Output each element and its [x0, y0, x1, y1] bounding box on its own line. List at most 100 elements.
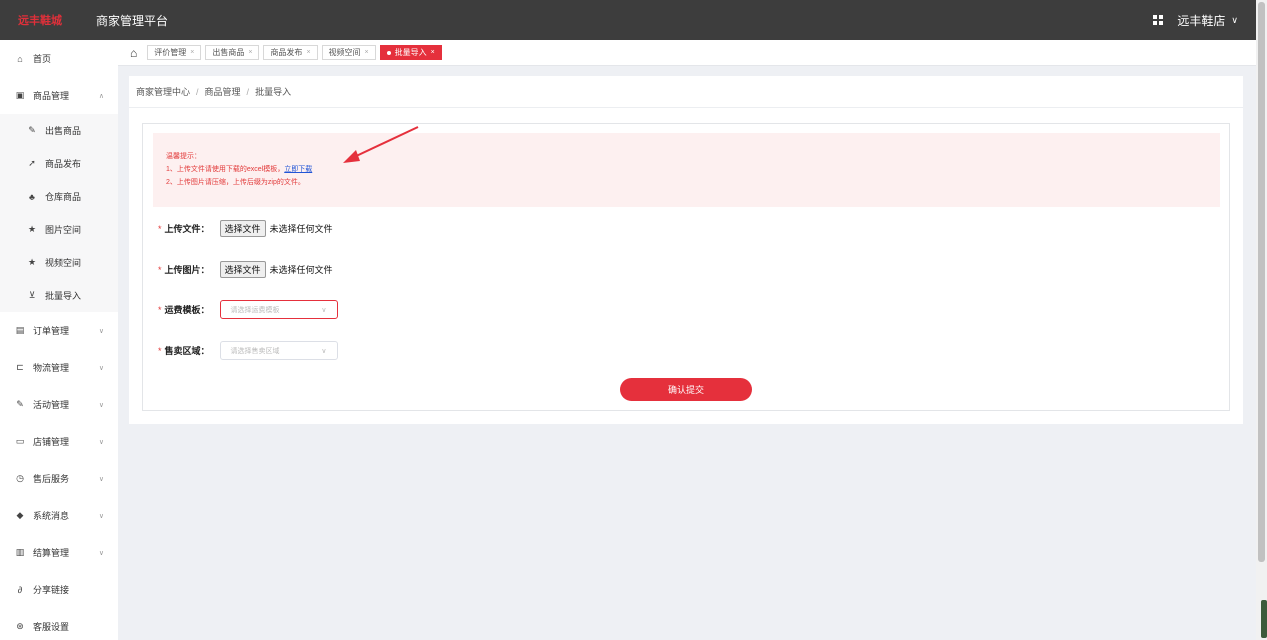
sidebar-item-label: 出售商品	[45, 126, 82, 136]
chevron-down-icon: ∨	[98, 364, 104, 372]
shipping-template-select[interactable]: 请选择运费模板 ∨	[219, 300, 338, 319]
send-icon: ➚	[28, 158, 36, 168]
user-name: 远丰鞋店	[1177, 13, 1226, 28]
sidebar-item-activities[interactable]: ✎ 活动管理 ∨	[0, 386, 118, 423]
chevron-down-icon: ∨	[98, 327, 104, 335]
shipping-template-label: 运费模板：	[164, 305, 210, 315]
home-tab-icon[interactable]: ⌂	[130, 46, 137, 60]
home-icon: ⌂	[17, 53, 23, 64]
import-icon: ⊻	[28, 290, 36, 300]
chevron-down-icon: ∨	[98, 401, 104, 409]
chevron-down-icon: ∨	[321, 347, 327, 355]
sidebar-item-publish[interactable]: ➚ 商品发布	[0, 147, 118, 180]
side-widget[interactable]	[1261, 600, 1267, 638]
pencil-icon: ✎	[16, 399, 24, 409]
upload-image-label: 上传图片：	[164, 265, 210, 275]
close-icon[interactable]: ×	[248, 49, 252, 56]
close-icon[interactable]: ×	[431, 49, 435, 56]
tips-title: 温馨提示：	[166, 153, 201, 160]
sidebar-item-warehouse[interactable]: ♣ 仓库商品	[0, 180, 118, 213]
sidebar-item-home[interactable]: ⌂ 首页	[0, 40, 118, 77]
star-icon: ★	[27, 224, 37, 234]
close-icon[interactable]: ×	[190, 49, 194, 56]
breadcrumb-separator: /	[246, 86, 250, 97]
sidebar-item-label: 仓库商品	[45, 192, 82, 202]
product-icon: ▣	[15, 90, 25, 100]
tab-label: 商品发布	[270, 48, 303, 57]
close-icon[interactable]: ×	[365, 49, 369, 56]
scrollbar-thumb[interactable]	[1258, 2, 1265, 562]
tab-publish[interactable]: 商品发布 ×	[263, 45, 318, 60]
store-icon: ▭	[15, 436, 25, 446]
tab-label: 出售商品	[212, 48, 245, 57]
sidebar-item-label: 商品管理	[33, 91, 70, 101]
breadcrumb-item[interactable]: 商家管理中心	[136, 85, 190, 98]
sidebar-item-label: 分享链接	[33, 585, 70, 595]
chevron-down-icon: ∨	[1231, 14, 1238, 25]
clock-icon: ◷	[16, 473, 24, 483]
chevron-down-icon: ∨	[98, 438, 104, 446]
tab-reviews[interactable]: 评价管理 ×	[147, 45, 202, 60]
logo[interactable]: 远丰鞋城	[18, 12, 96, 28]
star-icon: ★	[27, 257, 37, 267]
sidebar-item-image-space[interactable]: ★ 图片空间	[0, 213, 118, 246]
select-placeholder: 请选择售卖区域	[230, 347, 280, 355]
download-template-link[interactable]: 立即下载	[284, 166, 312, 173]
product-submenu: ✎ 出售商品 ➚ 商品发布 ♣ 仓库商品 ★ 图片空间 ★ 视频空间 ⊻ 批量导…	[0, 114, 118, 312]
sidebar-item-label: 视频空间	[45, 258, 82, 268]
upload-image-row: * 上传图片： 选择文件 未选择任何文件	[158, 261, 333, 278]
shipping-template-row: * 运费模板： 请选择运费模板 ∨	[158, 300, 338, 319]
sidebar-item-label: 批量导入	[45, 291, 82, 301]
sidebar-item-share-link[interactable]: ∂ 分享链接	[0, 571, 118, 608]
page-scrollbar[interactable]	[1256, 0, 1267, 640]
sidebar-item-label: 物流管理	[33, 363, 70, 373]
chevron-down-icon: ∨	[98, 475, 104, 483]
sale-region-select[interactable]: 请选择售卖区域 ∨	[219, 341, 338, 360]
chevron-down-icon: ∨	[321, 306, 327, 314]
truck-icon: ⊏	[16, 362, 24, 372]
required-mark: *	[158, 304, 162, 315]
close-icon[interactable]: ×	[306, 49, 310, 56]
sidebar-item-settlement[interactable]: ▥ 结算管理 ∨	[0, 534, 118, 571]
breadcrumb-item[interactable]: 商品管理	[205, 85, 241, 98]
required-mark: *	[158, 223, 162, 234]
tab-video-space[interactable]: 视频空间 ×	[321, 45, 376, 60]
required-mark: *	[158, 345, 162, 356]
sidebar-item-label: 店铺管理	[33, 437, 70, 447]
file-status: 未选择任何文件	[269, 224, 333, 234]
apps-grid-icon[interactable]	[1153, 15, 1164, 25]
sidebar-item-label: 客服设置	[33, 622, 70, 632]
warehouse-icon: ♣	[29, 191, 35, 202]
sidebar-item-batch-import[interactable]: ⊻ 批量导入	[0, 279, 118, 312]
sidebar-item-orders[interactable]: ▤ 订单管理 ∨	[0, 312, 118, 349]
tab-batch-import[interactable]: 批量导入 ×	[379, 45, 442, 60]
sidebar-item-label: 结算管理	[33, 548, 70, 558]
sidebar-item-label: 订单管理	[33, 326, 70, 336]
sidebar-item-after-sales[interactable]: ◷ 售后服务 ∨	[0, 460, 118, 497]
clipboard-icon: ▤	[15, 325, 25, 335]
import-form: 温馨提示： 1、上传文件请使用下载的excel模板，立即下载 2、上传图片请压缩…	[142, 123, 1230, 411]
user-menu[interactable]: 远丰鞋店 ∨	[1177, 12, 1238, 29]
image-status: 未选择任何文件	[269, 265, 333, 275]
chevron-down-icon: ∨	[98, 549, 104, 557]
sidebar-item-logistics[interactable]: ⊏ 物流管理 ∨	[0, 349, 118, 386]
message-icon: ◆	[16, 510, 24, 520]
sidebar-item-product-management[interactable]: ▣ 商品管理 ∧	[0, 77, 118, 114]
sidebar-item-label: 活动管理	[33, 400, 70, 410]
sidebar-item-messages[interactable]: ◆ 系统消息 ∨	[0, 497, 118, 534]
sidebar-item-customer-service[interactable]: ⊛ 客服设置	[0, 608, 118, 640]
sidebar-item-label: 图片空间	[45, 225, 82, 235]
topbar-right: 远丰鞋店 ∨	[1153, 12, 1238, 29]
tab-label: 批量导入	[394, 48, 427, 57]
submit-button[interactable]: 确认提交	[620, 378, 752, 401]
sidebar-item-video-space[interactable]: ★ 视频空间	[0, 246, 118, 279]
choose-image-button[interactable]: 选择文件	[219, 261, 266, 278]
link-icon: ∂	[17, 584, 23, 595]
choose-file-button[interactable]: 选择文件	[219, 220, 266, 237]
tab-on-sale[interactable]: 出售商品 ×	[205, 45, 260, 60]
chevron-down-icon: ∨	[98, 512, 104, 520]
tips-line-1-text: 1、上传文件请使用下载的excel模板，	[166, 166, 285, 173]
sidebar-item-on-sale[interactable]: ✎ 出售商品	[0, 114, 118, 147]
sidebar-item-store[interactable]: ▭ 店铺管理 ∨	[0, 423, 118, 460]
required-mark: *	[158, 264, 162, 275]
